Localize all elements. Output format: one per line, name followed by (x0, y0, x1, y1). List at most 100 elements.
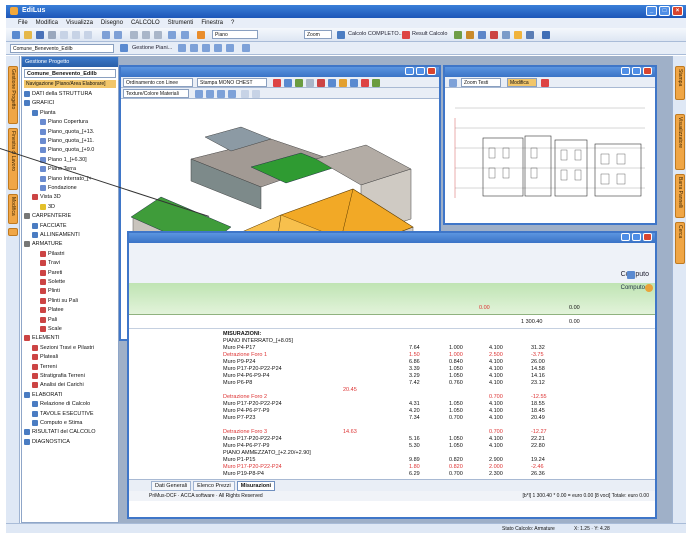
min-3d-button[interactable] (405, 67, 414, 75)
save-icon[interactable] (36, 31, 44, 39)
tree-item[interactable]: Travi (40, 260, 60, 267)
undo-icon[interactable] (102, 31, 110, 39)
tree-item[interactable]: Plateali (32, 354, 58, 361)
zoomin-icon[interactable] (252, 90, 260, 98)
tab-stampa[interactable]: Stampa (675, 66, 685, 100)
tree-item[interactable]: ELABORATI (24, 391, 62, 398)
table-row[interactable]: Muro P19-P8-P4 6.29 0.700 2.300 26.36 (129, 471, 655, 478)
tree-item[interactable]: Terreni (32, 363, 57, 370)
render-icon[interactable] (273, 79, 281, 87)
print-icon[interactable] (48, 31, 56, 39)
result-calcolo-button[interactable]: Result Calcolo (412, 31, 447, 37)
tree-item[interactable]: Scale (40, 326, 62, 332)
max-computo-button[interactable] (632, 233, 641, 241)
view-icon[interactable] (178, 44, 186, 52)
gestione-piani-button[interactable]: Gestione Piani... (132, 45, 172, 51)
tree-item[interactable]: DIAGNOSTICA (24, 438, 70, 445)
min-computo-button[interactable] (621, 233, 630, 241)
view-iso-icon[interactable] (228, 90, 236, 98)
texture-dropdown[interactable]: Texture/Colore Materiali (123, 89, 189, 98)
error-icon[interactable] (490, 31, 498, 39)
shadow-icon[interactable] (361, 79, 369, 87)
tree-item[interactable]: 3D (40, 203, 55, 210)
redo-icon[interactable] (114, 31, 122, 39)
export-icon[interactable] (502, 31, 510, 39)
table-row[interactable]: Muro P4-P6-P7-P9 4.20 1.050 4.100 18.45 (129, 408, 655, 415)
section-icon[interactable] (317, 79, 325, 87)
tab-elenco-prezzi[interactable]: Elenco Prezzi (193, 480, 235, 491)
computo-table[interactable]: 20.45 14.63 MISURAZIONI: PIANO INTERRATO_… (129, 329, 655, 479)
tree-item[interactable]: Plinti (40, 288, 60, 295)
tree-item[interactable]: GRAFICI (24, 100, 54, 107)
table-row[interactable]: PIANO INTERRATO_[+8.05] (129, 338, 655, 345)
table-row[interactable]: Muro P17-P20-P22-P24 1.80 0.820 2.000 -2.46 (129, 464, 655, 471)
menu-modifica[interactable]: Modifica (36, 20, 58, 26)
tree-item[interactable]: Piano Copertura (40, 119, 88, 126)
polar-icon[interactable] (242, 44, 250, 52)
zoom-dropdown[interactable]: Zoom (304, 30, 332, 39)
tree-item[interactable]: Piano_quota_[+11. (40, 138, 94, 144)
table-row[interactable] (129, 387, 655, 394)
project-dropdown[interactable]: Comune_Benevento_Edilb (10, 44, 114, 53)
draw-tool-icon[interactable] (449, 79, 457, 87)
table-row[interactable]: Muro P17-P20-P22-P24 4.31 1.050 4.100 18.55 (129, 401, 655, 408)
rotate-icon[interactable] (284, 79, 292, 87)
tree-item[interactable]: Pareti (40, 269, 62, 276)
tab-gestione-progetto[interactable]: Gestione Progetto (8, 66, 18, 124)
open-icon[interactable] (24, 31, 32, 39)
modifica-button[interactable]: Modifica (507, 78, 537, 87)
plan-icon[interactable] (197, 31, 205, 39)
tree-item[interactable]: Piano_quota_[+9.0 (40, 147, 94, 154)
print-style-dropdown[interactable]: Stampa MONO CHEST (197, 78, 267, 87)
table-row[interactable]: Muro P9-P24 6.86 0.840 4.100 26.00 (129, 359, 655, 366)
result-icon[interactable] (402, 31, 410, 39)
zoom-icon[interactable] (130, 31, 138, 39)
tree-item[interactable]: Pilastri (40, 250, 65, 257)
table-row[interactable]: PIANO AMMEZZATO_[+2.20/+2.90] (129, 450, 655, 457)
zoom-testi-dropdown[interactable]: Zoom Testi (461, 78, 501, 87)
tab-modifica[interactable]: Modifica (8, 194, 18, 224)
orbit-icon[interactable] (306, 79, 314, 87)
close-3d-button[interactable] (427, 67, 436, 75)
tree-item[interactable]: Piano_quota_[+13. (40, 128, 94, 135)
new-icon[interactable] (12, 31, 20, 39)
tree-item[interactable]: DATI della STRUTTURA (24, 91, 92, 97)
close-computo-button[interactable] (643, 233, 652, 241)
tree-item[interactable]: ARMATURE (24, 241, 62, 248)
tree-item[interactable]: Stratigrafia Terreni (32, 373, 85, 379)
tree-item[interactable]: ALLINEAMENTI (32, 232, 80, 238)
menu-strumenti[interactable]: Strumenti (168, 20, 194, 26)
info-icon[interactable] (542, 31, 550, 39)
view-front-icon[interactable] (206, 90, 214, 98)
light-icon[interactable] (514, 31, 522, 39)
view-top-icon[interactable] (195, 90, 203, 98)
snap-icon[interactable] (214, 44, 222, 52)
cut-icon[interactable] (60, 31, 68, 39)
report-icon[interactable] (478, 31, 486, 39)
table-row[interactable]: Muro P4-P17 7.64 1.000 4.100 31.32 (129, 345, 655, 352)
grid-icon[interactable] (181, 31, 189, 39)
close-drawing-button[interactable] (643, 67, 652, 75)
layer-icon[interactable] (168, 31, 176, 39)
table-row[interactable]: Muro P4-P6-P9-P4 3.29 1.050 4.100 14.16 (129, 373, 655, 380)
tree-item[interactable]: Analisi dei Carichi (32, 382, 84, 389)
menu-file[interactable]: File (18, 20, 28, 26)
tree-item[interactable]: ELEMENTI (24, 335, 60, 342)
sort-icon[interactable] (645, 284, 653, 292)
tab-barra-pannelli[interactable]: Barra Pannelli (675, 174, 685, 218)
menu-disegno[interactable]: Disegno (101, 20, 123, 26)
layers-icon[interactable] (120, 44, 128, 52)
tree-item[interactable]: Solette (40, 279, 65, 285)
copy-icon[interactable] (72, 31, 80, 39)
wire-icon[interactable] (328, 79, 336, 87)
table-row[interactable]: Muro P6-P8 7.42 0.760 4.100 23.12 (129, 380, 655, 387)
maximize-button[interactable]: □ (659, 6, 670, 16)
minimize-button[interactable]: _ (646, 6, 657, 16)
table-row[interactable]: Detrazione Foro 2 0.700 -12.55 (129, 394, 655, 401)
table-row[interactable]: Detrazione Foro 1 1.50 1.000 2.500 -3.75 (129, 352, 655, 359)
check-icon[interactable] (454, 31, 462, 39)
tree-item[interactable]: Fondazione (40, 185, 77, 191)
view-side-icon[interactable] (217, 90, 225, 98)
tree-item[interactable]: Pianta (32, 109, 56, 116)
table-row[interactable]: Muro P1-P15 9.89 0.820 2.900 19.24 (129, 457, 655, 464)
